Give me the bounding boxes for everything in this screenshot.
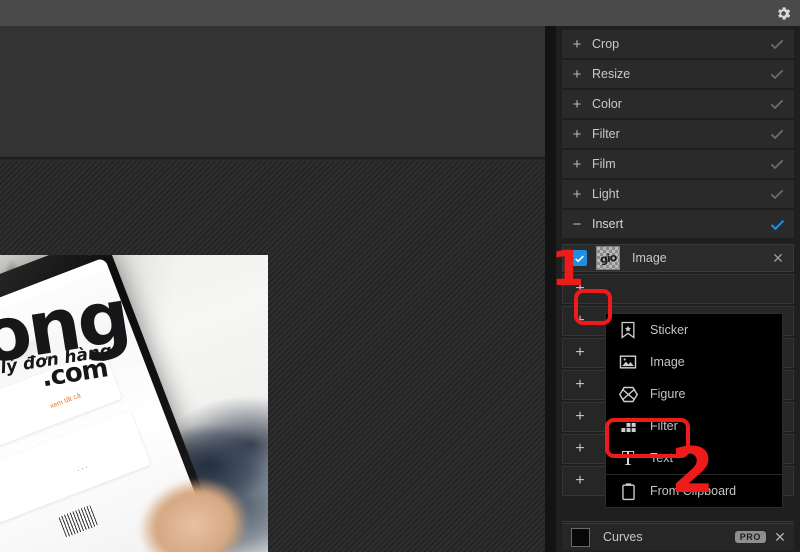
insert-slot-list: + + + + + + + Sticker Image Figure Filte… [556,274,800,508]
curves-row[interactable]: Curves PRO ✕ [562,523,794,550]
add-icon[interactable]: + [563,441,597,457]
add-icon[interactable]: + [563,409,597,425]
insert-slot-row[interactable]: + [562,274,794,304]
menu-item-label: Filter [650,419,678,433]
tool-label: Crop [592,37,620,51]
tool-label: Light [592,187,620,201]
panel-gutter [545,26,556,552]
canvas-photo-layer[interactable]: kiếm ần chú ý 4 xem tất cả Đang xử lý ng… [0,255,268,552]
canvas-flat-area [0,26,545,161]
curves-color-swatch[interactable] [571,527,590,547]
pro-badge: PRO [734,531,766,543]
tool-label: Resize [592,67,631,81]
figure-icon [606,384,650,405]
check-icon [760,96,794,112]
tool-row-resize[interactable]: + Resize [562,60,794,88]
curves-close-icon[interactable]: ✕ [766,529,794,546]
layer-thumbnail-text: gio [599,250,617,266]
menu-item-image[interactable]: Image [606,346,782,378]
menu-item-from-clipboard[interactable]: From Clipboard [606,474,782,507]
expand-icon[interactable]: + [562,37,592,52]
layer-visibility-checkbox[interactable] [571,250,587,266]
menu-item-filter[interactable]: Filter [606,410,782,442]
menu-item-label: Text [650,451,673,465]
tool-label: Filter [592,127,620,141]
tool-row-filter[interactable]: + Filter [562,120,794,148]
phone-status-time: 23:2 [86,255,100,258]
phone-barcode [58,504,99,538]
collapse-icon[interactable]: − [562,217,592,232]
layer-close-icon[interactable]: ✕ [763,250,793,267]
tool-row-insert[interactable]: − Insert [562,210,794,238]
tool-list: + Crop + Resize + Color + Filter + Film … [556,26,800,238]
menu-item-label: From Clipboard [650,484,737,498]
expand-icon[interactable]: + [562,127,592,142]
check-icon [760,186,794,202]
menu-item-label: Figure [650,387,686,401]
tool-label: Film [592,157,616,171]
text-icon: T [621,445,635,470]
panel-divider [562,521,794,522]
expand-icon[interactable]: + [562,187,592,202]
editor-canvas[interactable]: kiếm ần chú ý 4 xem tất cả Đang xử lý ng… [0,26,545,552]
sticker-icon [606,320,650,340]
tool-label: Insert [592,217,624,231]
menu-item-text[interactable]: T Text [606,442,782,474]
menu-item-label: Image [650,355,685,369]
expand-icon[interactable]: + [562,67,592,82]
add-icon[interactable]: + [563,473,597,489]
top-toolbar [0,0,800,26]
layer-name-label: Image [632,251,667,265]
check-icon-active [760,216,794,233]
image-icon [606,352,650,372]
menu-item-label: Sticker [650,323,689,337]
add-icon[interactable]: + [563,345,597,361]
filter-icon [606,417,650,436]
expand-icon[interactable]: + [562,97,592,112]
add-icon[interactable]: + [563,281,597,297]
layer-row-image[interactable]: gio Image ✕ [562,244,794,272]
app-window: kiếm ần chú ý 4 xem tất cả Đang xử lý ng… [0,0,800,552]
menu-item-figure[interactable]: Figure [606,378,782,410]
curves-label: Curves [603,530,643,544]
clipboard-icon [606,482,650,501]
add-icon[interactable]: + [563,313,597,329]
tool-row-crop[interactable]: + Crop [562,30,794,58]
tool-row-light[interactable]: + Light [562,180,794,208]
expand-icon[interactable]: + [562,157,592,172]
tools-panel: + Crop + Resize + Color + Filter + Film … [556,26,800,552]
insert-dropdown-menu: Sticker Image Figure Filter T Text From … [605,313,783,508]
menu-item-sticker[interactable]: Sticker [606,314,782,346]
layer-thumbnail: gio [596,246,620,270]
gear-icon [775,5,792,22]
check-icon [760,156,794,172]
tool-row-color[interactable]: + Color [562,90,794,118]
tool-row-film[interactable]: + Film [562,150,794,178]
add-icon[interactable]: + [563,377,597,393]
check-icon [760,66,794,82]
check-icon [760,126,794,142]
settings-button[interactable] [773,3,793,23]
check-icon [760,36,794,52]
tool-label: Color [592,97,622,111]
